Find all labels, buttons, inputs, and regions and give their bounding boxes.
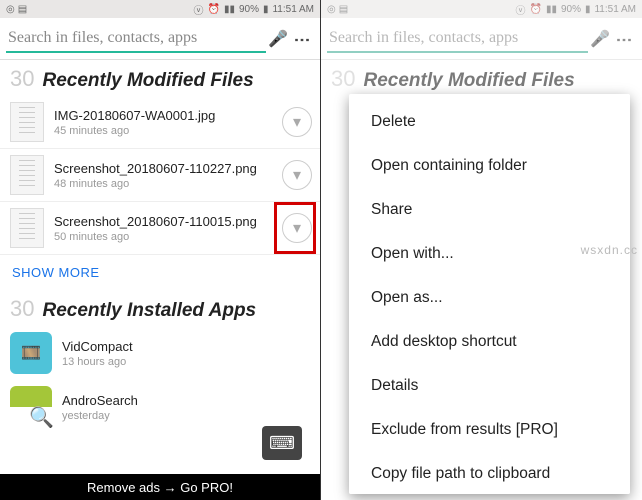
section-title: Recently Installed Apps <box>42 300 256 322</box>
section-title: Recently Modified Files <box>42 70 253 92</box>
search-bar: 🎤 ⋮ <box>0 18 320 60</box>
section-recent-apps-header: 30 Recently Installed Apps <box>0 290 320 326</box>
battery-icon: ▮ <box>263 4 269 15</box>
chevron-down-icon: ▾ <box>293 218 301 238</box>
battery-icon: ▮ <box>585 4 591 15</box>
menu-item-details[interactable]: Details <box>349 364 630 408</box>
keyboard-icon: ⌨ <box>269 433 295 454</box>
app-name: VidCompact <box>62 339 310 354</box>
clock: 11:51 AM <box>272 4 314 15</box>
menu-item-open-folder[interactable]: Open containing folder <box>349 144 630 188</box>
menu-item-copy-path[interactable]: Copy file path to clipboard <box>349 452 630 494</box>
expand-button[interactable]: ▾ <box>282 213 312 243</box>
menu-item-delete[interactable]: Delete <box>349 100 630 144</box>
file-row[interactable]: Screenshot_20180607-110015.png 50 minute… <box>0 202 320 255</box>
app-icon-androsearch <box>10 386 52 428</box>
vibrate-icon: ⓥ <box>515 2 525 17</box>
section-count: 30 <box>331 66 355 92</box>
mic-icon[interactable]: 🎤 <box>266 29 290 49</box>
show-more-link[interactable]: SHOW MORE <box>0 255 320 290</box>
mic-icon[interactable]: 🎤 <box>588 29 612 49</box>
app-time: yesterday <box>62 410 310 422</box>
file-thumbnail <box>10 155 44 195</box>
battery-pct: 90% <box>239 4 259 15</box>
chevron-down-icon: ▾ <box>293 165 301 185</box>
app-name: AndroSearch <box>62 393 310 408</box>
file-name: IMG-20180607-WA0001.jpg <box>54 108 282 123</box>
file-time: 50 minutes ago <box>54 231 282 243</box>
search-bar: 🎤 ⋮ <box>321 18 642 60</box>
menu-item-share[interactable]: Share <box>349 188 630 232</box>
section-recent-files-header: 30 Recently Modified Files <box>321 60 642 96</box>
search-input[interactable] <box>327 25 588 53</box>
file-time: 45 minutes ago <box>54 125 282 137</box>
file-time: 48 minutes ago <box>54 178 282 190</box>
vibrate-icon: ⓥ <box>193 2 203 17</box>
menu-item-add-shortcut[interactable]: Add desktop shortcut <box>349 320 630 364</box>
file-thumbnail <box>10 102 44 142</box>
keyboard-fab[interactable]: ⌨ <box>262 426 302 460</box>
signal-icon: ▮▮ <box>546 4 557 15</box>
clock: 11:51 AM <box>594 4 636 15</box>
search-input[interactable] <box>6 25 266 53</box>
file-name: Screenshot_20180607-110227.png <box>54 161 282 176</box>
file-row[interactable]: Screenshot_20180607-110227.png 48 minute… <box>0 149 320 202</box>
section-count: 30 <box>10 296 34 322</box>
app-row[interactable]: 🎞️ VidCompact 13 hours ago <box>0 326 320 380</box>
more-icon[interactable]: ⋮ <box>614 27 634 51</box>
gps-icon: ◎ <box>327 4 336 15</box>
expand-button[interactable]: ▾ <box>282 160 312 190</box>
notification-icon: ▤ <box>339 4 348 15</box>
gps-icon: ◎ <box>6 4 15 15</box>
ad-banner[interactable]: Remove ads → Go PRO! <box>0 474 320 500</box>
status-bar: ◎ ▤ ⓥ ⏰ ▮▮ 90% ▮ 11:51 AM <box>0 0 320 18</box>
screenshot-left-pane: ◎ ▤ ⓥ ⏰ ▮▮ 90% ▮ 11:51 AM 🎤 ⋮ 30 Recentl… <box>0 0 321 500</box>
chevron-down-icon: ▾ <box>293 112 301 132</box>
alarm-icon: ⏰ <box>529 4 541 15</box>
battery-pct: 90% <box>561 4 581 15</box>
menu-item-open-as[interactable]: Open as... <box>349 276 630 320</box>
alarm-icon: ⏰ <box>207 4 219 15</box>
file-name: Screenshot_20180607-110015.png <box>54 214 282 229</box>
screenshot-right-pane: ◎ ▤ ⓥ ⏰ ▮▮ 90% ▮ 11:51 AM 🎤 ⋮ 30 Recentl… <box>321 0 642 500</box>
file-thumbnail <box>10 208 44 248</box>
status-bar: ◎ ▤ ⓥ ⏰ ▮▮ 90% ▮ 11:51 AM <box>321 0 642 18</box>
notification-icon: ▤ <box>18 4 27 15</box>
context-menu: Delete Open containing folder Share Open… <box>349 94 630 494</box>
section-recent-files-header: 30 Recently Modified Files <box>0 60 320 96</box>
expand-button[interactable]: ▾ <box>282 107 312 137</box>
section-count: 30 <box>10 66 34 92</box>
menu-item-open-with[interactable]: Open with... <box>349 232 630 276</box>
more-icon[interactable]: ⋮ <box>292 27 312 51</box>
section-title: Recently Modified Files <box>363 70 574 92</box>
menu-item-exclude[interactable]: Exclude from results [PRO] <box>349 408 630 452</box>
signal-icon: ▮▮ <box>224 4 235 15</box>
app-time: 13 hours ago <box>62 356 310 368</box>
file-row[interactable]: IMG-20180607-WA0001.jpg 45 minutes ago ▾ <box>0 96 320 149</box>
app-icon-vidcompact: 🎞️ <box>10 332 52 374</box>
